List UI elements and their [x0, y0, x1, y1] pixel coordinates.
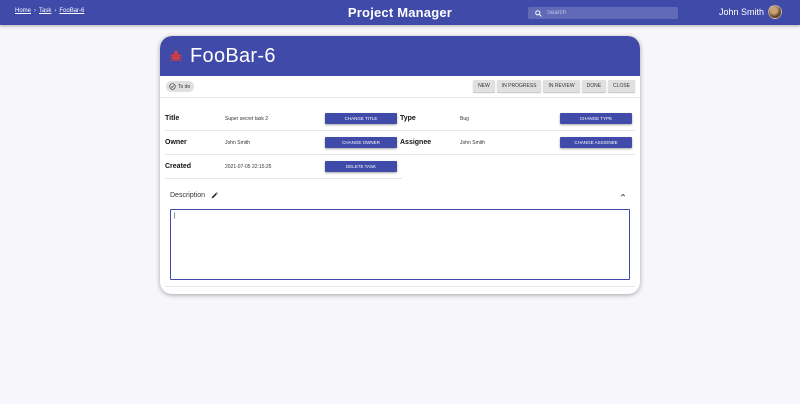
check-circle-icon [168, 83, 176, 91]
breadcrumb-separator: › [34, 8, 37, 14]
breadcrumb-separator: › [54, 8, 57, 14]
status-chip-label: To do [178, 83, 191, 90]
status-close-button[interactable]: CLOSE [608, 80, 635, 92]
avatar[interactable] [768, 5, 782, 19]
search-box[interactable] [528, 7, 678, 19]
assignee-field: Assignee John Smith CHANGE ASSIGNEE [400, 131, 635, 154]
bug-icon [169, 49, 183, 63]
breadcrumb-task[interactable]: Task [39, 8, 51, 14]
description-header[interactable]: Description [165, 184, 635, 206]
status-done-button[interactable]: DONE [581, 80, 607, 92]
created-label: Created [165, 163, 192, 170]
description-label: Description [170, 191, 206, 199]
task-title: FooBar-6 [190, 44, 276, 67]
assignee-label: Assignee [400, 139, 432, 146]
title-label: Title [165, 115, 180, 122]
user-menu[interactable]: John Smith [719, 5, 782, 19]
title-value: Super secret task 2 [225, 115, 269, 122]
change-owner-button[interactable]: CHANGE OWNER [325, 137, 397, 148]
task-card: FooBar-6 To do NEW IN PROGRESS IN REVIEW… [160, 36, 640, 294]
field-row-title-type: Title Super secret task 2 CHANGE TITLE T… [165, 107, 635, 131]
type-field: Type Bug CHANGE TYPE [400, 107, 635, 130]
status-chip: To do [166, 81, 195, 92]
status-new-button[interactable]: NEW [473, 80, 495, 92]
type-label: Type [400, 115, 416, 122]
change-title-button[interactable]: CHANGE TITLE [325, 113, 397, 124]
divider [165, 286, 635, 287]
search-icon [533, 8, 543, 18]
top-app-bar: Home › Task › FooBar-6 Project Manager J… [0, 0, 800, 25]
field-row-created: Created 2021-07-05 22:15:25 DELETE TASK [165, 155, 635, 179]
type-value: Bug [460, 115, 469, 122]
change-assignee-button[interactable]: CHANGE ASSIGNEE [560, 137, 632, 148]
description-textarea[interactable]: | [170, 209, 630, 280]
assignee-value: John Smith [460, 139, 486, 146]
task-fields: Title Super secret task 2 CHANGE TITLE T… [160, 107, 640, 179]
owner-value: John Smith [225, 139, 251, 146]
change-type-button[interactable]: CHANGE TYPE [560, 113, 632, 124]
title-field: Title Super secret task 2 CHANGE TITLE [165, 107, 400, 130]
task-header: FooBar-6 [160, 36, 640, 76]
breadcrumb: Home › Task › FooBar-6 [15, 8, 84, 14]
app-title: Project Manager [347, 5, 453, 20]
delete-task-button[interactable]: DELETE TASK [325, 161, 397, 172]
status-row: To do NEW IN PROGRESS IN REVIEW DONE CLO… [160, 76, 640, 98]
owner-field: Owner John Smith CHANGE OWNER [165, 131, 400, 154]
status-button-group: NEW IN PROGRESS IN REVIEW DONE CLOSE [473, 80, 635, 92]
created-value: 2021-07-05 22:15:25 [225, 163, 272, 170]
user-name: John Smith [718, 7, 764, 17]
created-field: Created 2021-07-05 22:15:25 DELETE TASK [165, 155, 402, 179]
status-in-review-button[interactable]: IN REVIEW [543, 80, 580, 92]
status-in-progress-button[interactable]: IN PROGRESS [496, 80, 542, 92]
chevron-up-icon[interactable] [619, 191, 627, 199]
breadcrumb-home[interactable]: Home [15, 8, 31, 14]
field-row-owner-assignee: Owner John Smith CHANGE OWNER Assignee J… [165, 131, 635, 155]
owner-label: Owner [165, 139, 187, 146]
breadcrumb-current[interactable]: FooBar-6 [59, 8, 84, 14]
pencil-icon[interactable] [210, 191, 218, 199]
search-input[interactable] [547, 10, 672, 16]
